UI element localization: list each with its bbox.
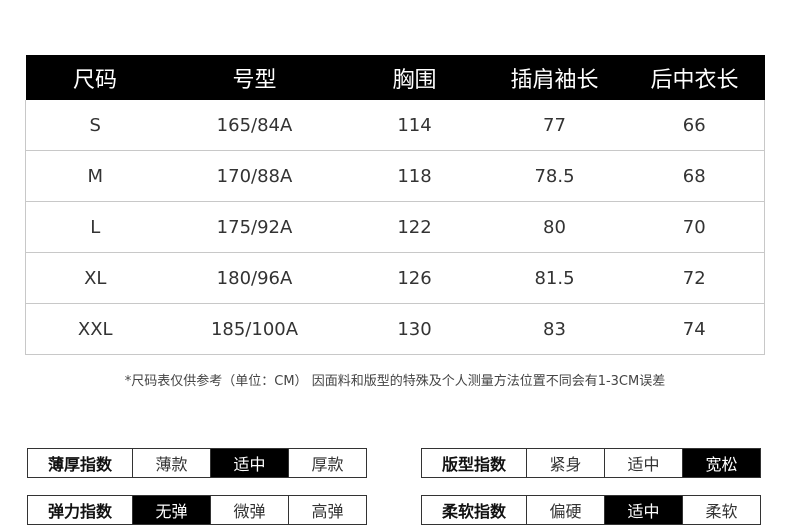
table-cell: L [25,201,165,253]
table-cell: 70 [624,201,765,253]
index-option: 微弹 [210,496,288,524]
table-cell: 175/92A [164,201,345,253]
index-option: 厚款 [288,449,366,477]
table-cell: S [25,100,165,151]
table-cell: 80 [484,201,625,253]
index-option: 偏硬 [526,496,604,524]
header-size: 尺码 [25,55,165,100]
thickness-index: 薄厚指数 薄款 适中 厚款 [27,448,367,478]
header-model: 号型 [164,55,345,100]
table-cell: 126 [344,252,485,304]
fit-index: 版型指数 紧身 适中 宽松 [421,448,761,478]
table-cell: 114 [344,100,485,151]
table-row: S 165/84A 114 77 66 [25,100,765,151]
table-cell: 81.5 [484,252,625,304]
table-cell: 130 [344,303,485,355]
index-label: 薄厚指数 [47,455,112,474]
index-label: 柔软指数 [441,502,506,521]
table-cell: 74 [624,303,765,355]
table-row: L 175/92A 122 80 70 [25,201,765,253]
index-option-selected: 宽松 [682,449,760,477]
table-cell: 68 [624,150,765,202]
table-cell: 170/88A [164,150,345,202]
table-cell: 122 [344,201,485,253]
table-header-row: 尺码 号型 胸围 插肩袖长 后中衣长 [25,55,765,100]
index-label: 弹力指数 [47,502,112,521]
table-cell: 72 [624,252,765,304]
table-cell: 78.5 [484,150,625,202]
table-cell: 66 [624,100,765,151]
index-option: 紧身 [526,449,604,477]
table-cell: XL [25,252,165,304]
softness-index: 柔软指数 偏硬 适中 柔软 [421,495,761,525]
index-option-selected: 无弹 [132,496,210,524]
size-note: *尺码表仅供参考（单位：CM） 因面料和版型的特殊及个人测量方法位置不同会有1-… [124,374,666,389]
index-option-selected: 适中 [604,496,682,524]
table-cell: 83 [484,303,625,355]
table-cell: 118 [344,150,485,202]
table-cell: 180/96A [164,252,345,304]
table-cell: M [25,150,165,202]
elasticity-index: 弹力指数 无弹 微弹 高弹 [27,495,367,525]
table-row: XXL 185/100A 130 83 74 [25,303,765,355]
size-table: 尺码 号型 胸围 插肩袖长 后中衣长 S 165/84A 114 77 66 M… [25,55,765,355]
header-length: 后中衣长 [624,55,765,100]
table-cell: 77 [484,100,625,151]
index-label: 版型指数 [441,455,506,474]
table-cell: 185/100A [164,303,345,355]
header-chest: 胸围 [344,55,485,100]
table-cell: XXL [25,303,165,355]
table-row: XL 180/96A 126 81.5 72 [25,252,765,304]
table-row: M 170/88A 118 78.5 68 [25,150,765,202]
header-sleeve: 插肩袖长 [484,55,625,100]
index-option: 柔软 [682,496,760,524]
index-option: 适中 [604,449,682,477]
index-option-selected: 适中 [210,449,288,477]
table-cell: 165/84A [164,100,345,151]
index-option: 高弹 [288,496,366,524]
index-option: 薄款 [132,449,210,477]
